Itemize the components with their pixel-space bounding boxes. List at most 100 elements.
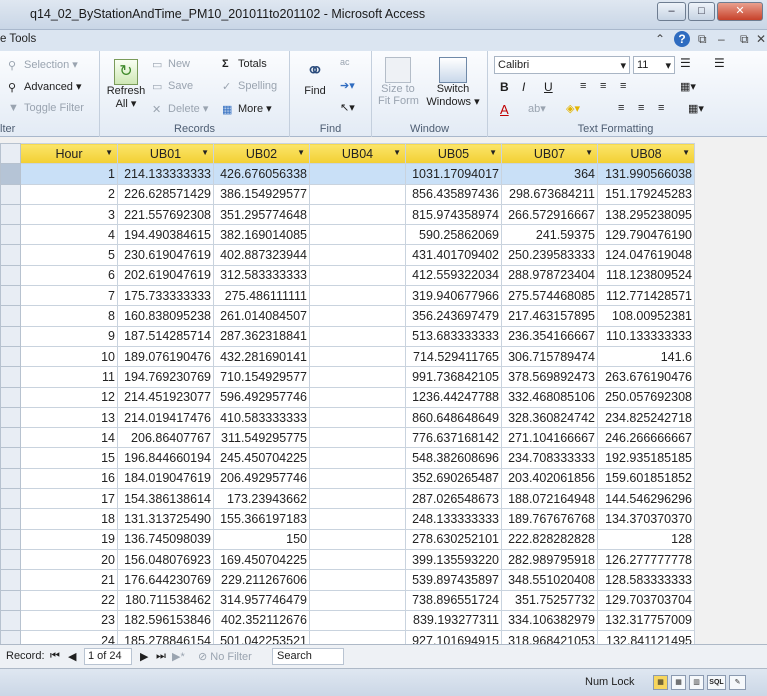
table-cell[interactable]: 1236.44247788 <box>405 386 502 408</box>
refresh-all-button[interactable]: ↻ Refresh All ▾ <box>106 59 146 110</box>
table-cell[interactable]: 112.771428571 <box>597 285 695 307</box>
table-cell[interactable]: 194.769230769 <box>117 366 214 388</box>
table-cell[interactable]: 230.619047619 <box>117 244 214 266</box>
table-cell[interactable]: 248.133333333 <box>405 508 502 530</box>
table-cell[interactable]: 410.583333333 <box>213 406 310 429</box>
table-cell[interactable]: 16 <box>20 467 118 490</box>
table-cell[interactable]: 245.450704225 <box>213 447 310 469</box>
justify-left-icon[interactable]: ≡ <box>618 102 624 114</box>
record-selector[interactable] <box>0 427 21 449</box>
maximize-button[interactable]: □ <box>688 2 715 21</box>
table-cell[interactable]: 3 <box>20 203 118 226</box>
table-cell[interactable]: 110.133333333 <box>597 325 695 347</box>
table-cell[interactable]: 234.825242718 <box>597 406 695 429</box>
table-row[interactable]: 20 156.048076923 169.450704225 399.13559322… <box>0 548 695 571</box>
table-cell[interactable] <box>309 244 406 266</box>
table-cell[interactable]: 188.072164948 <box>501 488 598 510</box>
table-cell[interactable]: 118.123809524 <box>597 264 695 287</box>
record-selector[interactable] <box>0 386 21 408</box>
table-cell[interactable]: 129.790476190 <box>597 224 695 246</box>
selection-button[interactable]: ⚲ Selection ▾ <box>8 58 78 72</box>
table-row[interactable]: 18 131.313725490 155.366197183 248.13333333… <box>0 508 695 530</box>
table-cell[interactable] <box>309 366 406 388</box>
table-cell[interactable]: 132.317757009 <box>597 609 695 632</box>
table-cell[interactable]: 184.019047619 <box>117 467 214 490</box>
table-cell[interactable] <box>309 224 406 246</box>
highlight-icon[interactable]: ab▾ <box>528 102 546 115</box>
column-header-ub02[interactable]: UB02 ▼ <box>213 142 310 165</box>
current-record-field[interactable]: 1 of 24 <box>84 648 132 665</box>
table-cell[interactable]: 287.026548673 <box>405 488 502 510</box>
record-selector[interactable] <box>0 203 21 226</box>
table-row[interactable]: 8 160.838095238 261.014084507 356.243697479… <box>0 305 695 327</box>
column-header-ub05[interactable]: UB05 ▼ <box>405 142 502 165</box>
table-row[interactable]: 13 214.019417476 410.583333333 860.64864864… <box>0 406 695 429</box>
restore-icon[interactable]: ⧉ <box>698 32 707 47</box>
table-cell[interactable]: 182.596153846 <box>117 609 214 632</box>
select-icon[interactable]: ↖▾ <box>340 101 355 114</box>
table-cell[interactable]: 261.014084507 <box>213 305 310 327</box>
table-cell[interactable]: 348.551020408 <box>501 569 598 591</box>
table-cell[interactable] <box>309 285 406 307</box>
table-cell[interactable]: 189.076190476 <box>117 345 214 368</box>
table-cell[interactable]: 176.644230769 <box>117 569 214 591</box>
align-left-icon[interactable]: ≡ <box>580 80 586 92</box>
table-cell[interactable]: 432.281690141 <box>213 345 310 368</box>
datasheet-view-icon[interactable]: ▦ <box>653 675 668 690</box>
select-all-corner[interactable] <box>0 142 21 165</box>
table-cell[interactable]: 288.978723404 <box>501 264 598 287</box>
table-cell[interactable]: 192.935185185 <box>597 447 695 469</box>
table-cell[interactable]: 382.169014085 <box>213 224 310 246</box>
table-row[interactable]: 16 184.019047619 206.492957746 352.69026548… <box>0 467 695 490</box>
table-cell[interactable]: 175.733333333 <box>117 285 214 307</box>
table-row[interactable]: 4 194.490384615 382.169014085 590.25862069 2… <box>0 224 695 246</box>
table-cell[interactable] <box>309 488 406 510</box>
fill-color-icon[interactable]: ◈▾ <box>566 102 580 115</box>
table-cell[interactable]: 839.193277311 <box>405 609 502 632</box>
table-cell[interactable]: 21 <box>20 569 118 591</box>
table-cell[interactable]: 298.673684211 <box>501 183 598 205</box>
record-selector[interactable] <box>0 183 21 205</box>
font-name-select[interactable]: Calibri ▾ <box>494 56 630 74</box>
record-selector[interactable] <box>0 305 21 327</box>
chevron-down-icon[interactable]: ▼ <box>489 148 497 157</box>
table-cell[interactable]: 266.572916667 <box>501 203 598 226</box>
gridlines-icon[interactable]: ▦▾ <box>680 80 696 93</box>
column-header-ub07[interactable]: UB07 ▼ <box>501 142 598 165</box>
table-cell[interactable] <box>309 345 406 368</box>
spelling-button[interactable]: ✓ Spelling <box>222 80 277 93</box>
table-cell[interactable]: 412.559322034 <box>405 264 502 287</box>
maximize-doc-icon[interactable]: ⧉ <box>740 32 749 47</box>
chevron-down-icon[interactable]: ▼ <box>393 148 401 157</box>
record-selector[interactable] <box>0 264 21 287</box>
table-cell[interactable] <box>309 203 406 226</box>
table-cell[interactable]: 156.048076923 <box>117 548 214 571</box>
tools-tab[interactable]: e Tools <box>0 33 36 45</box>
table-cell[interactable]: 426.676056338 <box>213 163 310 185</box>
table-cell[interactable] <box>309 264 406 287</box>
minimize-doc-icon[interactable]: – <box>718 32 725 46</box>
justify-right-icon[interactable]: ≡ <box>658 102 664 114</box>
next-record-icon[interactable]: ▶ <box>140 650 148 663</box>
table-cell[interactable] <box>309 528 406 550</box>
table-row[interactable]: 1 214.133333333 426.676056338 1031.17094017… <box>0 163 695 185</box>
table-cell[interactable]: 169.450704225 <box>213 548 310 571</box>
table-cell[interactable]: 14 <box>20 427 118 449</box>
table-cell[interactable]: 18 <box>20 508 118 530</box>
table-cell[interactable]: 202.619047619 <box>117 264 214 287</box>
table-cell[interactable]: 364 <box>501 163 598 185</box>
table-cell[interactable]: 138.295238095 <box>597 203 695 226</box>
table-cell[interactable]: 229.211267606 <box>213 569 310 591</box>
table-cell[interactable]: 328.360824742 <box>501 406 598 429</box>
table-cell[interactable] <box>309 609 406 632</box>
chevron-down-icon[interactable]: ▼ <box>585 148 593 157</box>
close-button[interactable]: ✕ <box>717 2 763 21</box>
replace-icon[interactable]: ac <box>340 57 350 67</box>
table-row[interactable]: 19 136.745098039 150 278.630252101 222.82828… <box>0 528 695 550</box>
new-record-button[interactable]: ▭ New <box>152 58 190 71</box>
table-cell[interactable]: 815.974358974 <box>405 203 502 226</box>
record-selector[interactable] <box>0 528 21 550</box>
chevron-down-icon[interactable]: ▼ <box>201 148 209 157</box>
table-cell[interactable]: 13 <box>20 406 118 429</box>
table-cell[interactable]: 214.451923077 <box>117 386 214 408</box>
